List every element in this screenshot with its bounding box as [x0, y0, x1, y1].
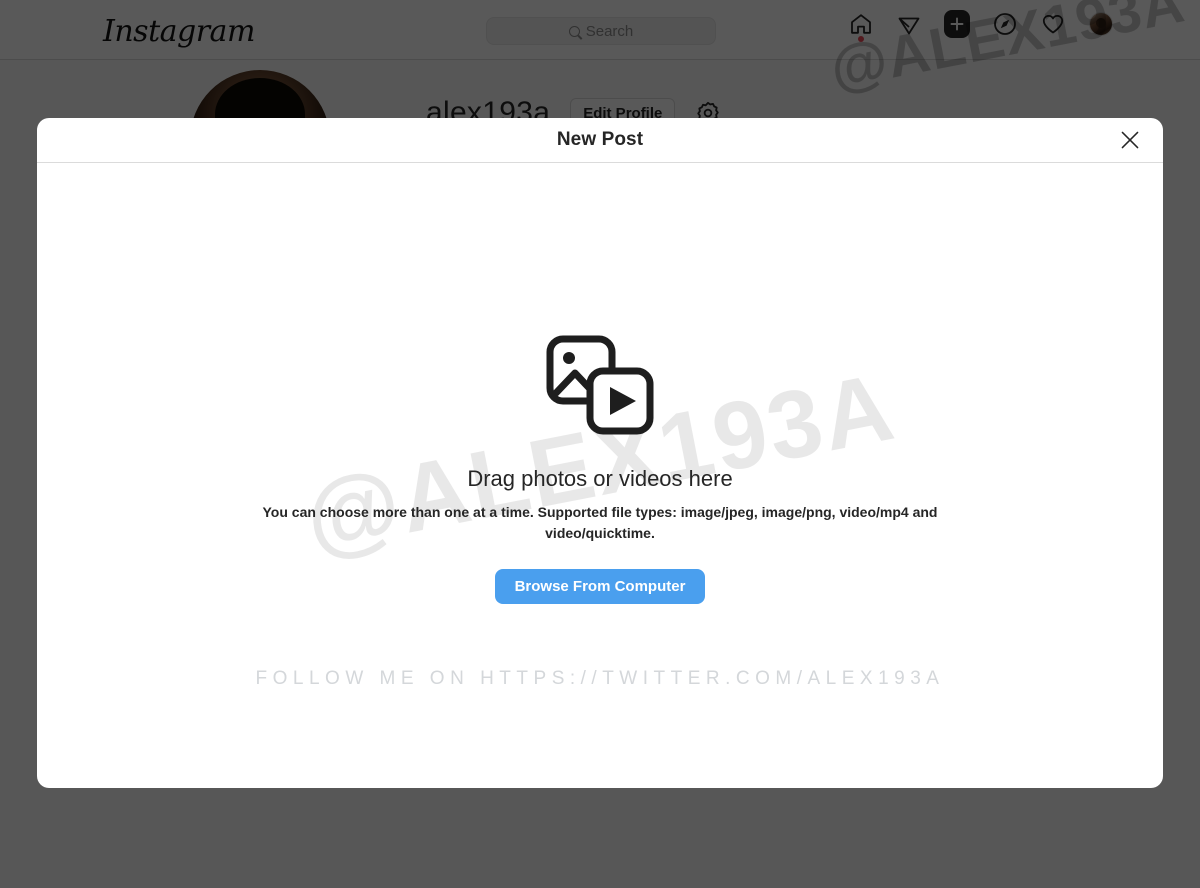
- photo-video-stack-icon: [544, 333, 656, 442]
- drop-zone-subtitle: You can choose more than one at a time. …: [262, 504, 938, 541]
- follow-watermark: FOLLOW ME ON HTTPS://TWITTER.COM/ALEX193…: [255, 668, 945, 689]
- drop-zone-title: Drag photos or videos here: [467, 466, 733, 492]
- instagram-page: Instagram Search: [0, 0, 1200, 888]
- browse-from-computer-button[interactable]: Browse From Computer: [494, 568, 706, 604]
- modal-body[interactable]: @ALEX193A Drag photos or videos here You…: [37, 163, 1163, 788]
- close-icon[interactable]: [1115, 125, 1145, 155]
- modal-header: New Post: [37, 118, 1163, 163]
- modal-title: New Post: [556, 129, 644, 150]
- drop-zone[interactable]: Drag photos or videos here You can choos…: [240, 333, 960, 604]
- new-post-modal: New Post @ALEX193A Drag photos or videos…: [37, 118, 1163, 788]
